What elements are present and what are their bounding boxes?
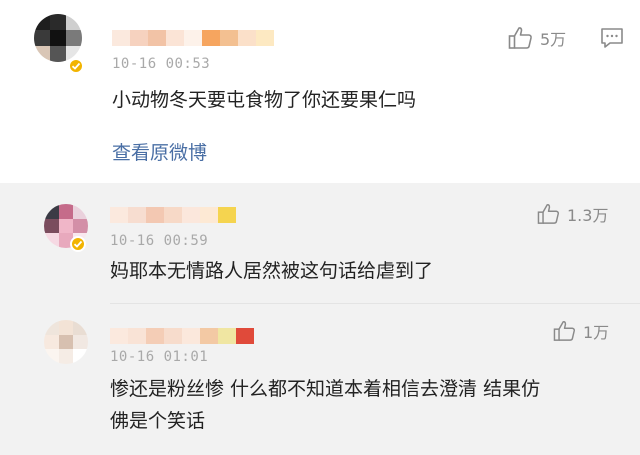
like-button[interactable]: 1.3万 <box>537 202 608 226</box>
username-blurred[interactable] <box>112 30 274 46</box>
timestamp: 10-16 00:53 <box>112 56 211 72</box>
thumbs-up-icon <box>553 320 577 342</box>
avatar[interactable] <box>34 14 82 62</box>
reply-text-line-1: 惨还是粉丝惨 什么都不知道本着相信去澄清 结果仿 <box>110 378 541 400</box>
thumbs-up-icon <box>508 26 534 50</box>
username-blurred[interactable] <box>110 328 254 344</box>
like-button[interactable]: 5万 <box>508 26 566 50</box>
comment-text: 小动物冬天要屯食物了你还要果仁吗 <box>112 89 417 111</box>
verified-badge-icon <box>68 58 84 74</box>
reply-text-line-2: 佛是个笑话 <box>110 410 206 432</box>
like-count: 1万 <box>583 323 610 342</box>
verified-badge-icon <box>70 236 86 252</box>
divider <box>110 303 640 304</box>
timestamp: 10-16 00:59 <box>110 233 209 249</box>
like-button[interactable]: 1万 <box>553 319 609 343</box>
reply-text: 妈耶本无情路人居然被这句话给虐到了 <box>110 260 434 282</box>
view-original-link[interactable]: 查看原微博 <box>112 138 207 165</box>
username-blurred[interactable] <box>110 207 236 223</box>
reply-section: 10-16 00:59 妈耶本无情路人居然被这句话给虐到了 1.3万 10-16… <box>0 183 640 455</box>
main-comment: 10-16 00:53 小动物冬天要屯食物了你还要果仁吗 查看原微博 5万 <box>0 0 640 183</box>
timestamp: 10-16 01:01 <box>110 349 209 365</box>
like-count: 5万 <box>540 30 567 49</box>
thumbs-up-icon <box>537 203 561 225</box>
like-count: 1.3万 <box>567 206 609 225</box>
avatar[interactable] <box>44 320 88 364</box>
comment-icon[interactable] <box>600 27 624 53</box>
